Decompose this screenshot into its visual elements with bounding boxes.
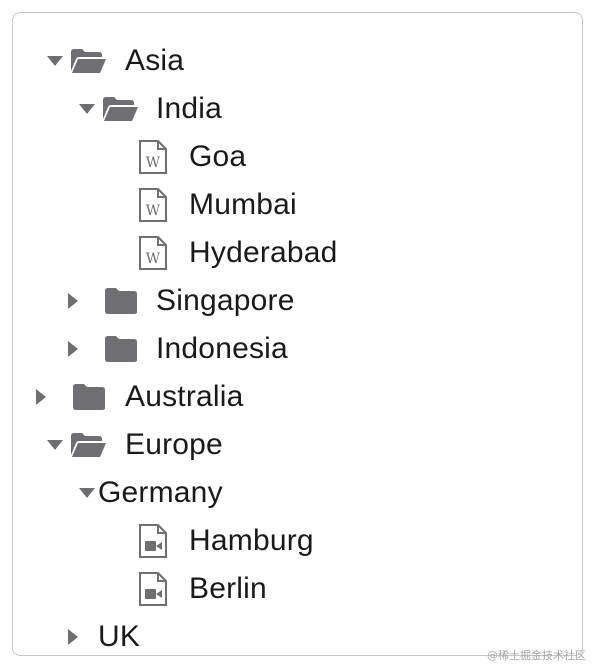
folder-open-icon [100,89,140,129]
caret-right-icon[interactable] [61,281,85,321]
caret-right-icon[interactable] [29,377,53,417]
tree-node-label: Asia [125,44,185,77]
caret-down-icon[interactable] [75,89,99,129]
caret-right-icon[interactable] [61,329,85,369]
watermark: @稀土掘金技术社区 [487,649,586,662]
word-document-icon: W [133,137,173,177]
tree-node-label: India [156,92,223,125]
tree-node-label: Mumbai [189,188,297,221]
caret-down-icon[interactable] [75,473,99,513]
tree-node-label: Goa [189,140,247,173]
folder-closed-icon [101,281,141,321]
svg-text:W: W [146,251,161,267]
tree-node-label: Singapore [156,284,295,317]
tree-view: Asia India W Goa W Mumbai W Hyderabad Si… [12,12,583,656]
tree-node-label: Australia [125,380,244,413]
tree-node-label: Hyderabad [189,236,338,269]
tree-node-label: Berlin [189,572,267,605]
svg-text:W: W [146,203,161,219]
folder-closed-icon [101,329,141,369]
caret-down-icon[interactable] [43,425,67,465]
video-file-icon [133,521,173,561]
tree-node-label: Germany [98,476,223,509]
tree-node-label: Hamburg [189,524,314,557]
folder-open-icon [68,41,108,81]
folder-open-icon [68,425,108,465]
tree-node-label: Europe [125,428,223,461]
caret-right-icon[interactable] [61,617,85,657]
tree-node-label: Indonesia [156,332,288,365]
tree-node-label: UK [98,620,141,653]
folder-closed-icon [69,377,109,417]
video-file-icon [133,569,173,609]
word-document-icon: W [133,233,173,273]
svg-text:W: W [146,155,161,171]
word-document-icon: W [133,185,173,225]
caret-down-icon[interactable] [43,41,67,81]
